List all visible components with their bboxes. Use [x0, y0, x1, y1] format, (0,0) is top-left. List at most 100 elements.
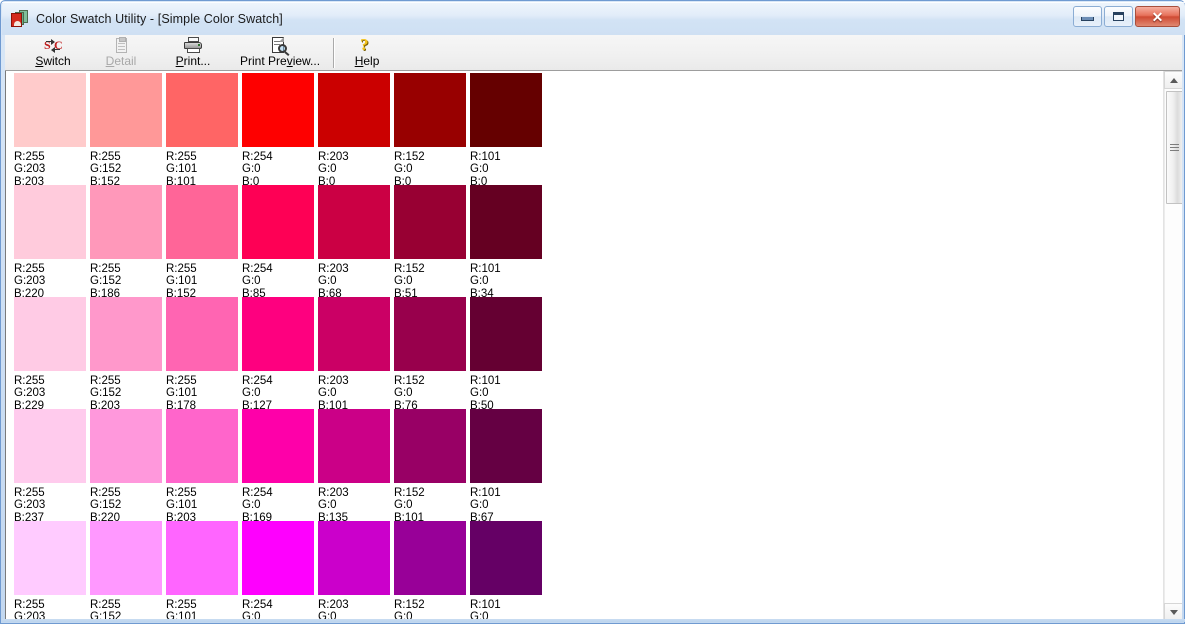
swatch-r-value: R:255: [90, 375, 121, 387]
swatch-color-chip[interactable]: [90, 409, 162, 483]
swatch-color-chip[interactable]: [90, 73, 162, 147]
swatch-cell[interactable]: R:255 G:101 B:101: [166, 73, 238, 188]
swatch-cell[interactable]: R:255 G:152 B:203: [90, 297, 162, 412]
swatch-color-chip[interactable]: [166, 73, 238, 147]
detail-button-label: Detail: [105, 54, 137, 68]
swatch-cell[interactable]: R:101G:0B:101: [470, 521, 542, 621]
swatch-r-value: R:101: [470, 375, 501, 387]
swatch-r-value: R:255: [166, 487, 197, 499]
swatch-color-chip[interactable]: [90, 185, 162, 259]
swatch-color-chip[interactable]: [394, 409, 466, 483]
swatch-cell[interactable]: R:152 G:0 B:101: [394, 409, 466, 524]
swatch-cell[interactable]: R:254 G:0 B:127: [242, 297, 314, 412]
swatch-cell[interactable]: R:254 G:0 B:85: [242, 185, 314, 300]
close-button[interactable]: ✕: [1135, 6, 1180, 27]
swatch-cell[interactable]: R:203G:0B:203: [318, 521, 390, 621]
detail-button[interactable]: Detail: [95, 35, 147, 71]
swatch-cell[interactable]: R:255 G:203 B:220: [14, 185, 86, 300]
swatch-r-value: R:255: [14, 599, 45, 611]
swatch-color-chip[interactable]: [166, 409, 238, 483]
swatch-color-chip[interactable]: [166, 521, 238, 595]
swatch-color-chip[interactable]: [242, 297, 314, 371]
swatch-cell[interactable]: R:101 G:0 B:50: [470, 297, 542, 412]
swatch-cell[interactable]: R:255 G:152 B:220: [90, 409, 162, 524]
swatch-color-chip[interactable]: [14, 409, 86, 483]
swatch-cell[interactable]: R:255 G:203 B:203: [14, 73, 86, 188]
swatch-g-value: G:0: [394, 499, 413, 512]
swatch-cell[interactable]: R:203 G:0 B:135: [318, 409, 390, 524]
help-button-label: Help: [354, 54, 380, 68]
swatch-cell[interactable]: R:101 G:0 B:67: [470, 409, 542, 524]
swatch-cell[interactable]: R:101 G:0 B:34: [470, 185, 542, 300]
swatch-color-chip[interactable]: [90, 521, 162, 595]
swatch-cell[interactable]: R:254 G:0 B:169: [242, 409, 314, 524]
swatch-color-chip[interactable]: [166, 297, 238, 371]
swatch-color-chip[interactable]: [166, 185, 238, 259]
swatch-cell[interactable]: R:203 G:0 B:0: [318, 73, 390, 188]
swatch-cell[interactable]: R:203 G:0 B:68: [318, 185, 390, 300]
swatch-color-chip[interactable]: [14, 297, 86, 371]
swatch-cell[interactable]: R:152G:0B:152: [394, 521, 466, 621]
swatch-color-chip[interactable]: [470, 297, 542, 371]
swatch-rgb-label: R:254 G:0 B:85: [242, 259, 314, 300]
swatch-document-area: R:255 G:203 B:203 R:255 G:152 B:152 R:255 G:101…: [5, 71, 1182, 621]
swatch-cell[interactable]: R:255 G:203 B:237: [14, 409, 86, 524]
swatch-color-chip[interactable]: [14, 73, 86, 147]
swatch-cell[interactable]: R:255 G:101 B:152: [166, 185, 238, 300]
scroll-up-button[interactable]: [1164, 71, 1182, 89]
swatch-color-chip[interactable]: [14, 521, 86, 595]
swatch-r-value: R:255: [14, 487, 45, 499]
swatch-cell[interactable]: R:203 G:0 B:101: [318, 297, 390, 412]
maximize-button[interactable]: [1104, 6, 1133, 27]
swatch-color-chip[interactable]: [318, 297, 390, 371]
minimize-icon: [1081, 17, 1094, 21]
swatch-cell[interactable]: R:101 G:0 B:0: [470, 73, 542, 188]
swatch-color-chip[interactable]: [242, 185, 314, 259]
swatch-color-chip[interactable]: [318, 409, 390, 483]
swatch-g-value: G:101: [166, 499, 198, 512]
swatch-cell[interactable]: R:255 G:101 B:203: [166, 409, 238, 524]
swatch-color-chip[interactable]: [242, 73, 314, 147]
swatch-color-chip[interactable]: [318, 521, 390, 595]
swatch-cell[interactable]: R:255G:203B:255: [14, 521, 86, 621]
swatch-cell[interactable]: R:152 G:0 B:0: [394, 73, 466, 188]
swatch-color-chip[interactable]: [394, 297, 466, 371]
swatch-color-chip[interactable]: [394, 73, 466, 147]
swatch-color-chip[interactable]: [470, 521, 542, 595]
swatch-g-value: G:0: [242, 275, 261, 288]
swatch-cell[interactable]: R:255 G:101 B:178: [166, 297, 238, 412]
swatch-color-chip[interactable]: [394, 521, 466, 595]
scrollbar-track[interactable]: [1164, 89, 1182, 603]
swatch-cell[interactable]: R:254 G:0 B:0: [242, 73, 314, 188]
vertical-scrollbar[interactable]: [1163, 71, 1182, 621]
scrollbar-thumb[interactable]: [1166, 91, 1182, 204]
swatch-color-chip[interactable]: [318, 73, 390, 147]
swatch-cell[interactable]: R:255G:101B:255: [166, 521, 238, 621]
swatch-color-chip[interactable]: [470, 73, 542, 147]
swatch-color-chip[interactable]: [394, 185, 466, 259]
print-button[interactable]: Print...: [167, 35, 219, 71]
swatch-color-chip[interactable]: [242, 409, 314, 483]
swatch-cell[interactable]: R:254G:0B:254: [242, 521, 314, 621]
title-bar[interactable]: Color Swatch Utility - [Simple Color Swa…: [2, 2, 1185, 35]
switch-button[interactable]: S C Switch: [27, 35, 79, 71]
swatch-cell[interactable]: R:152 G:0 B:76: [394, 297, 466, 412]
swatch-color-chip[interactable]: [242, 521, 314, 595]
print-preview-button[interactable]: Print Preview...: [233, 35, 327, 71]
swatch-cell[interactable]: R:255 G:152 B:152: [90, 73, 162, 188]
swatch-color-chip[interactable]: [318, 185, 390, 259]
swatch-rgb-label: R:101 G:0 B:50: [470, 371, 542, 412]
swatch-rgb-label: R:255 G:203 B:237: [14, 483, 86, 524]
swatch-color-chip[interactable]: [470, 185, 542, 259]
swatch-color-chip[interactable]: [90, 297, 162, 371]
swatch-cell[interactable]: R:152 G:0 B:51: [394, 185, 466, 300]
swatch-cell[interactable]: R:255 G:203 B:229: [14, 297, 86, 412]
swatch-r-value: R:152: [394, 599, 425, 611]
swatch-color-chip[interactable]: [14, 185, 86, 259]
swatch-color-chip[interactable]: [470, 409, 542, 483]
swatch-cell[interactable]: R:255G:152B:255: [90, 521, 162, 621]
swatch-cell[interactable]: R:255 G:152 B:186: [90, 185, 162, 300]
minimize-button[interactable]: [1073, 6, 1102, 27]
help-button[interactable]: ? Help: [341, 35, 393, 71]
toolbar-separator: [333, 38, 336, 68]
